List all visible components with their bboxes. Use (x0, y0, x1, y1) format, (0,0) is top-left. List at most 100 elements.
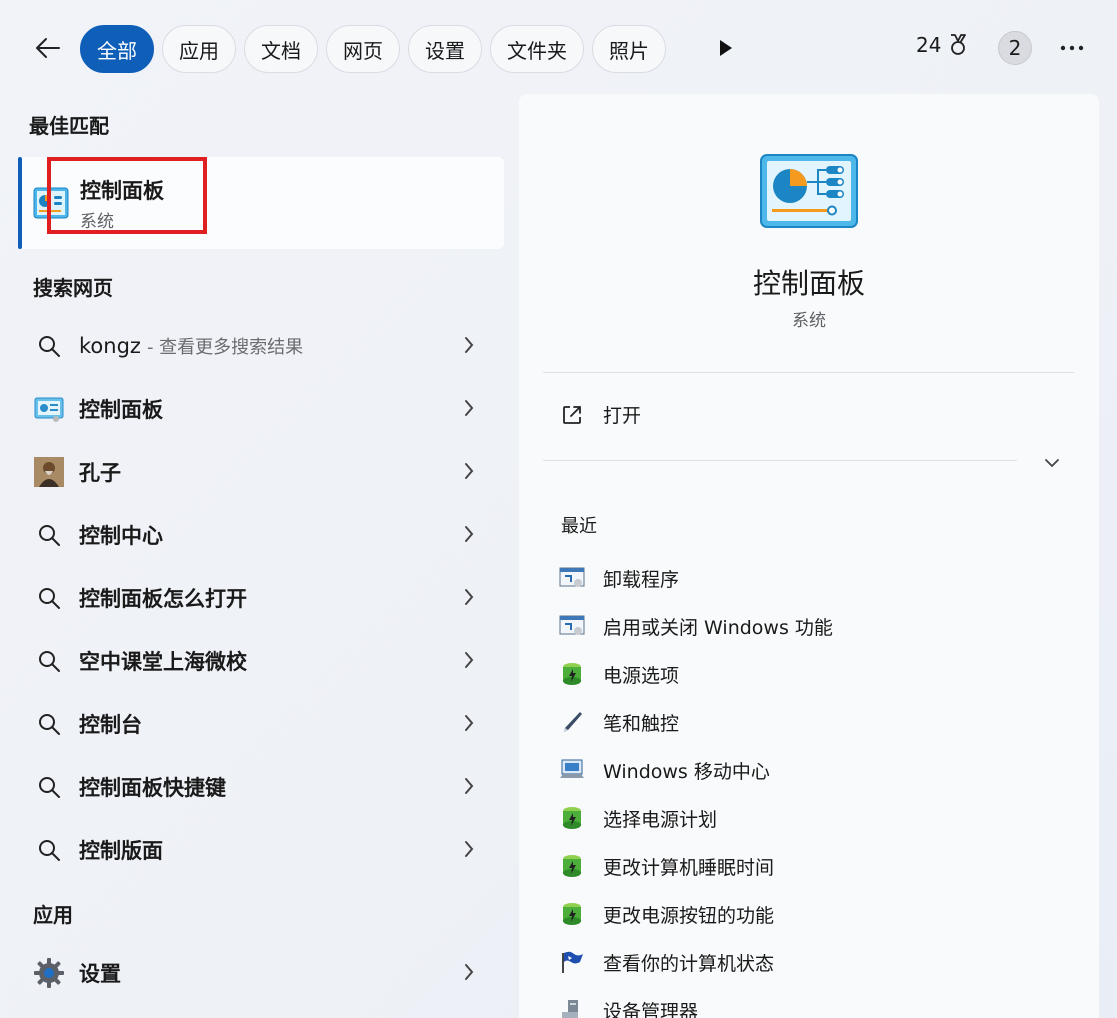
filter-chip-apps[interactable]: 应用 (162, 25, 236, 73)
search-icon (33, 708, 65, 740)
chevron-right-icon (465, 964, 474, 980)
pen-icon (559, 709, 585, 735)
filter-chip-all[interactable]: 全部 (80, 25, 154, 73)
power-battery-icon (559, 661, 585, 687)
filter-chip-folders[interactable]: 文件夹 (490, 25, 584, 73)
detail-title: 控制面板 (752, 267, 865, 300)
web-result-row[interactable]: 控制面板快捷键 (18, 755, 504, 818)
web-result-row[interactable]: 控制中心 (18, 503, 504, 566)
programs-icon (559, 565, 585, 591)
search-icon (33, 834, 65, 866)
divider (543, 460, 1017, 461)
recent-item[interactable]: Windows 移动中心 (559, 746, 833, 794)
more-filters-button[interactable] (712, 34, 740, 62)
web-result-row[interactable]: 控制台 (18, 692, 504, 755)
device-manager-icon (559, 997, 585, 1018)
medal-icon (951, 34, 967, 55)
portrait-thumbnail (33, 456, 65, 488)
chevron-right-icon (465, 463, 474, 479)
flag-icon (559, 949, 585, 975)
recent-item[interactable]: 查看你的计算机状态 (559, 938, 833, 986)
detail-panel: 控制面板 系统 打开 最近 卸载程序 启用或关闭 Windows 功能 电源选项… (519, 94, 1099, 1018)
open-label: 打开 (603, 405, 642, 427)
web-search-list: kongz - 查看更多搜索结果 控制面板 孔子 控制中心 控制面板怎么打开 空… (18, 314, 504, 881)
recent-item[interactable]: 选择电源计划 (559, 794, 833, 842)
recent-heading: 最近 (561, 516, 597, 537)
recent-item[interactable]: 更改计算机睡眠时间 (559, 842, 833, 890)
chevron-right-icon (465, 841, 474, 857)
chevron-right-icon (465, 589, 474, 605)
power-battery-icon (559, 901, 585, 927)
open-action[interactable]: 打开 (561, 401, 641, 428)
web-result-row[interactable]: 空中课堂上海微校 (18, 629, 504, 692)
divider (543, 372, 1074, 373)
web-result-row[interactable]: kongz - 查看更多搜索结果 (18, 314, 504, 377)
chevron-right-icon (465, 652, 474, 668)
control-panel-icon (33, 393, 65, 425)
recent-item[interactable]: 启用或关闭 Windows 功能 (559, 602, 833, 650)
chevron-right-icon (465, 778, 474, 794)
recent-item[interactable]: 设备管理器 (559, 986, 833, 1018)
result-label: 控制台 (79, 712, 142, 737)
chevron-right-icon (465, 400, 474, 416)
apps-heading: 应用 (33, 903, 73, 927)
recent-label: 设备管理器 (603, 1000, 699, 1018)
search-icon (33, 771, 65, 803)
result-label: 空中课堂上海微校 (79, 649, 247, 674)
filter-chip-settings[interactable]: 设置 (408, 25, 482, 73)
detail-subtitle: 系统 (792, 311, 826, 331)
result-label: 控制面板快捷键 (79, 775, 226, 800)
play-icon (720, 40, 732, 56)
result-label: kongz (79, 333, 141, 358)
account-badge-count: 2 (1008, 36, 1022, 60)
expand-button[interactable] (1043, 454, 1061, 473)
back-button[interactable] (30, 30, 66, 66)
power-battery-icon (559, 805, 585, 831)
recent-label: 查看你的计算机状态 (603, 952, 775, 975)
recent-label: 更改电源按钮的功能 (603, 904, 775, 927)
web-result-row[interactable]: 控制面板怎么打开 (18, 566, 504, 629)
recent-list: 卸载程序 启用或关闭 Windows 功能 电源选项 笔和触控 Windows … (559, 554, 833, 1018)
programs-icon (559, 613, 585, 639)
result-label: 控制面板 (79, 397, 163, 422)
search-filter-bar: 全部 应用 文档 网页 设置 文件夹 照片 24 2 (0, 0, 1117, 96)
recent-label: 卸载程序 (603, 568, 680, 591)
result-label: 控制版面 (79, 838, 163, 863)
rewards-points[interactable]: 24 (916, 32, 971, 58)
apps-list: 设置 (18, 941, 504, 1004)
search-icon (33, 582, 65, 614)
mobility-center-icon (559, 757, 585, 783)
back-arrow-icon (36, 38, 60, 58)
annotation-highlight-box (47, 157, 207, 234)
ellipsis-icon (1060, 45, 1084, 51)
web-result-row[interactable]: 控制面板 (18, 377, 504, 440)
account-badge[interactable]: 2 (998, 31, 1032, 65)
app-label: 设置 (79, 961, 121, 986)
web-result-row[interactable]: 孔子 (18, 440, 504, 503)
filter-chips: 全部 应用 文档 网页 设置 文件夹 照片 (80, 25, 666, 73)
filter-chip-documents[interactable]: 文档 (244, 25, 318, 73)
gear-icon (33, 957, 65, 989)
web-result-row[interactable]: 控制版面 (18, 818, 504, 881)
recent-item[interactable]: 更改电源按钮的功能 (559, 890, 833, 938)
recent-label: Windows 移动中心 (603, 760, 770, 783)
filter-chip-photos[interactable]: 照片 (592, 25, 666, 73)
search-icon (33, 519, 65, 551)
best-match-heading: 最佳匹配 (29, 114, 109, 138)
control-panel-large-icon (760, 154, 858, 232)
recent-item[interactable]: 卸载程序 (559, 554, 833, 602)
chevron-down-icon (1045, 459, 1059, 468)
recent-item[interactable]: 笔和触控 (559, 698, 833, 746)
result-label: 控制中心 (79, 523, 163, 548)
recent-item[interactable]: 电源选项 (559, 650, 833, 698)
web-search-heading: 搜索网页 (33, 276, 113, 300)
more-options-button[interactable] (1056, 32, 1088, 64)
filter-chip-web[interactable]: 网页 (326, 25, 400, 73)
app-result-row[interactable]: 设置 (18, 941, 504, 1004)
result-hint: - 查看更多搜索结果 (146, 336, 304, 358)
recent-label: 启用或关闭 Windows 功能 (603, 616, 833, 639)
recent-label: 更改计算机睡眠时间 (603, 856, 775, 879)
chevron-right-icon (465, 715, 474, 731)
recent-label: 电源选项 (603, 664, 680, 687)
selection-indicator (18, 157, 22, 249)
